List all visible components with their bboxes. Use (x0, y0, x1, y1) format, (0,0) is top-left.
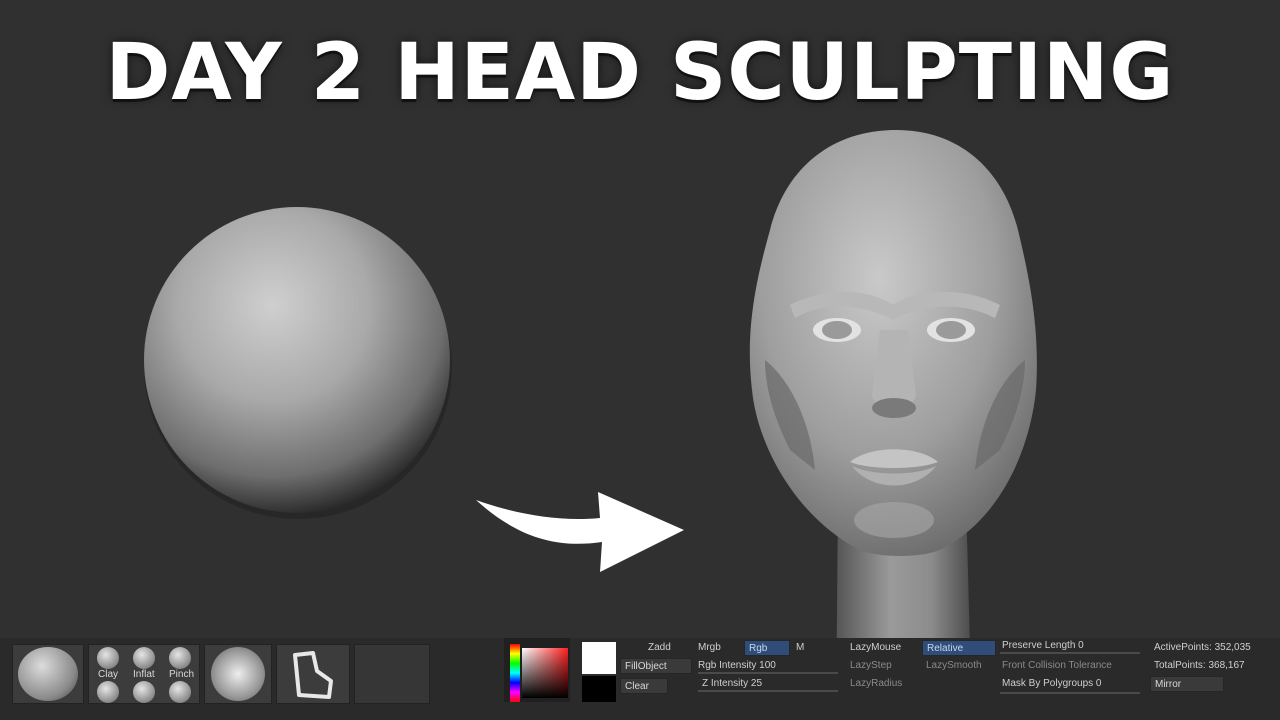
front-collision-tolerance-slider[interactable]: Front Collision Tolerance (1002, 660, 1112, 671)
preserve-length-track (1000, 652, 1140, 654)
brush-label-pinch: Pinch (169, 669, 195, 680)
zadd-button[interactable]: Zadd (648, 642, 671, 653)
rgb-intensity-slider[interactable]: Rgb Intensity 100 (698, 660, 776, 671)
brush-label-inflat: Inflat (133, 669, 155, 680)
bottom-toolbar: Clay Inflat Pinch Zadd FillObject Clear … (0, 638, 1280, 720)
mrgb-button[interactable]: Mrgb (698, 642, 721, 653)
sphere-model (144, 207, 452, 519)
clear-button[interactable]: Clear (620, 678, 668, 694)
z-intensity-track (698, 690, 838, 692)
texture-thumbnail[interactable] (354, 644, 430, 704)
mask-by-polygroups-slider[interactable]: Mask By Polygroups 0 (1002, 678, 1102, 689)
fill-object-button[interactable]: FillObject (620, 658, 692, 674)
mirror-button[interactable]: Mirror (1150, 676, 1224, 692)
alpha-thumbnail[interactable] (276, 644, 350, 704)
clay-brush-icon[interactable] (97, 647, 119, 669)
lazy-radius-slider[interactable]: LazyRadius (850, 678, 902, 689)
total-points-readout: TotalPoints: 368,167 (1154, 660, 1245, 671)
lazy-step-slider[interactable]: LazyStep (850, 660, 892, 671)
lazy-mouse-button[interactable]: LazyMouse (850, 642, 901, 653)
material-thumbnail[interactable] (12, 644, 84, 704)
relative-button[interactable]: Relative (922, 640, 996, 656)
right-arrow-icon (476, 492, 684, 572)
m-button[interactable]: M (796, 642, 804, 653)
active-points-readout: ActivePoints: 352,035 (1154, 642, 1251, 653)
rgb-button[interactable]: Rgb (744, 640, 790, 656)
brush-icon-4[interactable] (97, 681, 119, 703)
inflate-brush-icon[interactable] (133, 647, 155, 669)
color-picker[interactable] (504, 638, 570, 702)
rgb-intensity-track (698, 672, 838, 674)
brush-icon-5[interactable] (133, 681, 155, 703)
brush-label-clay: Clay (98, 669, 119, 680)
preserve-length-slider[interactable]: Preserve Length 0 (1002, 640, 1084, 651)
secondary-color-swatch[interactable] (582, 676, 616, 702)
stroke-thumbnail[interactable] (204, 644, 272, 704)
sculpted-head-model (749, 130, 1037, 720)
viewport-canvas (144, 130, 1037, 720)
z-intensity-slider[interactable]: Z Intensity 25 (702, 678, 762, 689)
mask-by-polygroups-track (1000, 692, 1140, 694)
pinch-brush-icon[interactable] (169, 647, 191, 669)
brush-icon-6[interactable] (169, 681, 191, 703)
brush-palette: Clay Inflat Pinch (88, 644, 200, 704)
main-color-swatch[interactable] (582, 642, 616, 674)
lazy-smooth-slider[interactable]: LazySmooth (926, 660, 982, 671)
